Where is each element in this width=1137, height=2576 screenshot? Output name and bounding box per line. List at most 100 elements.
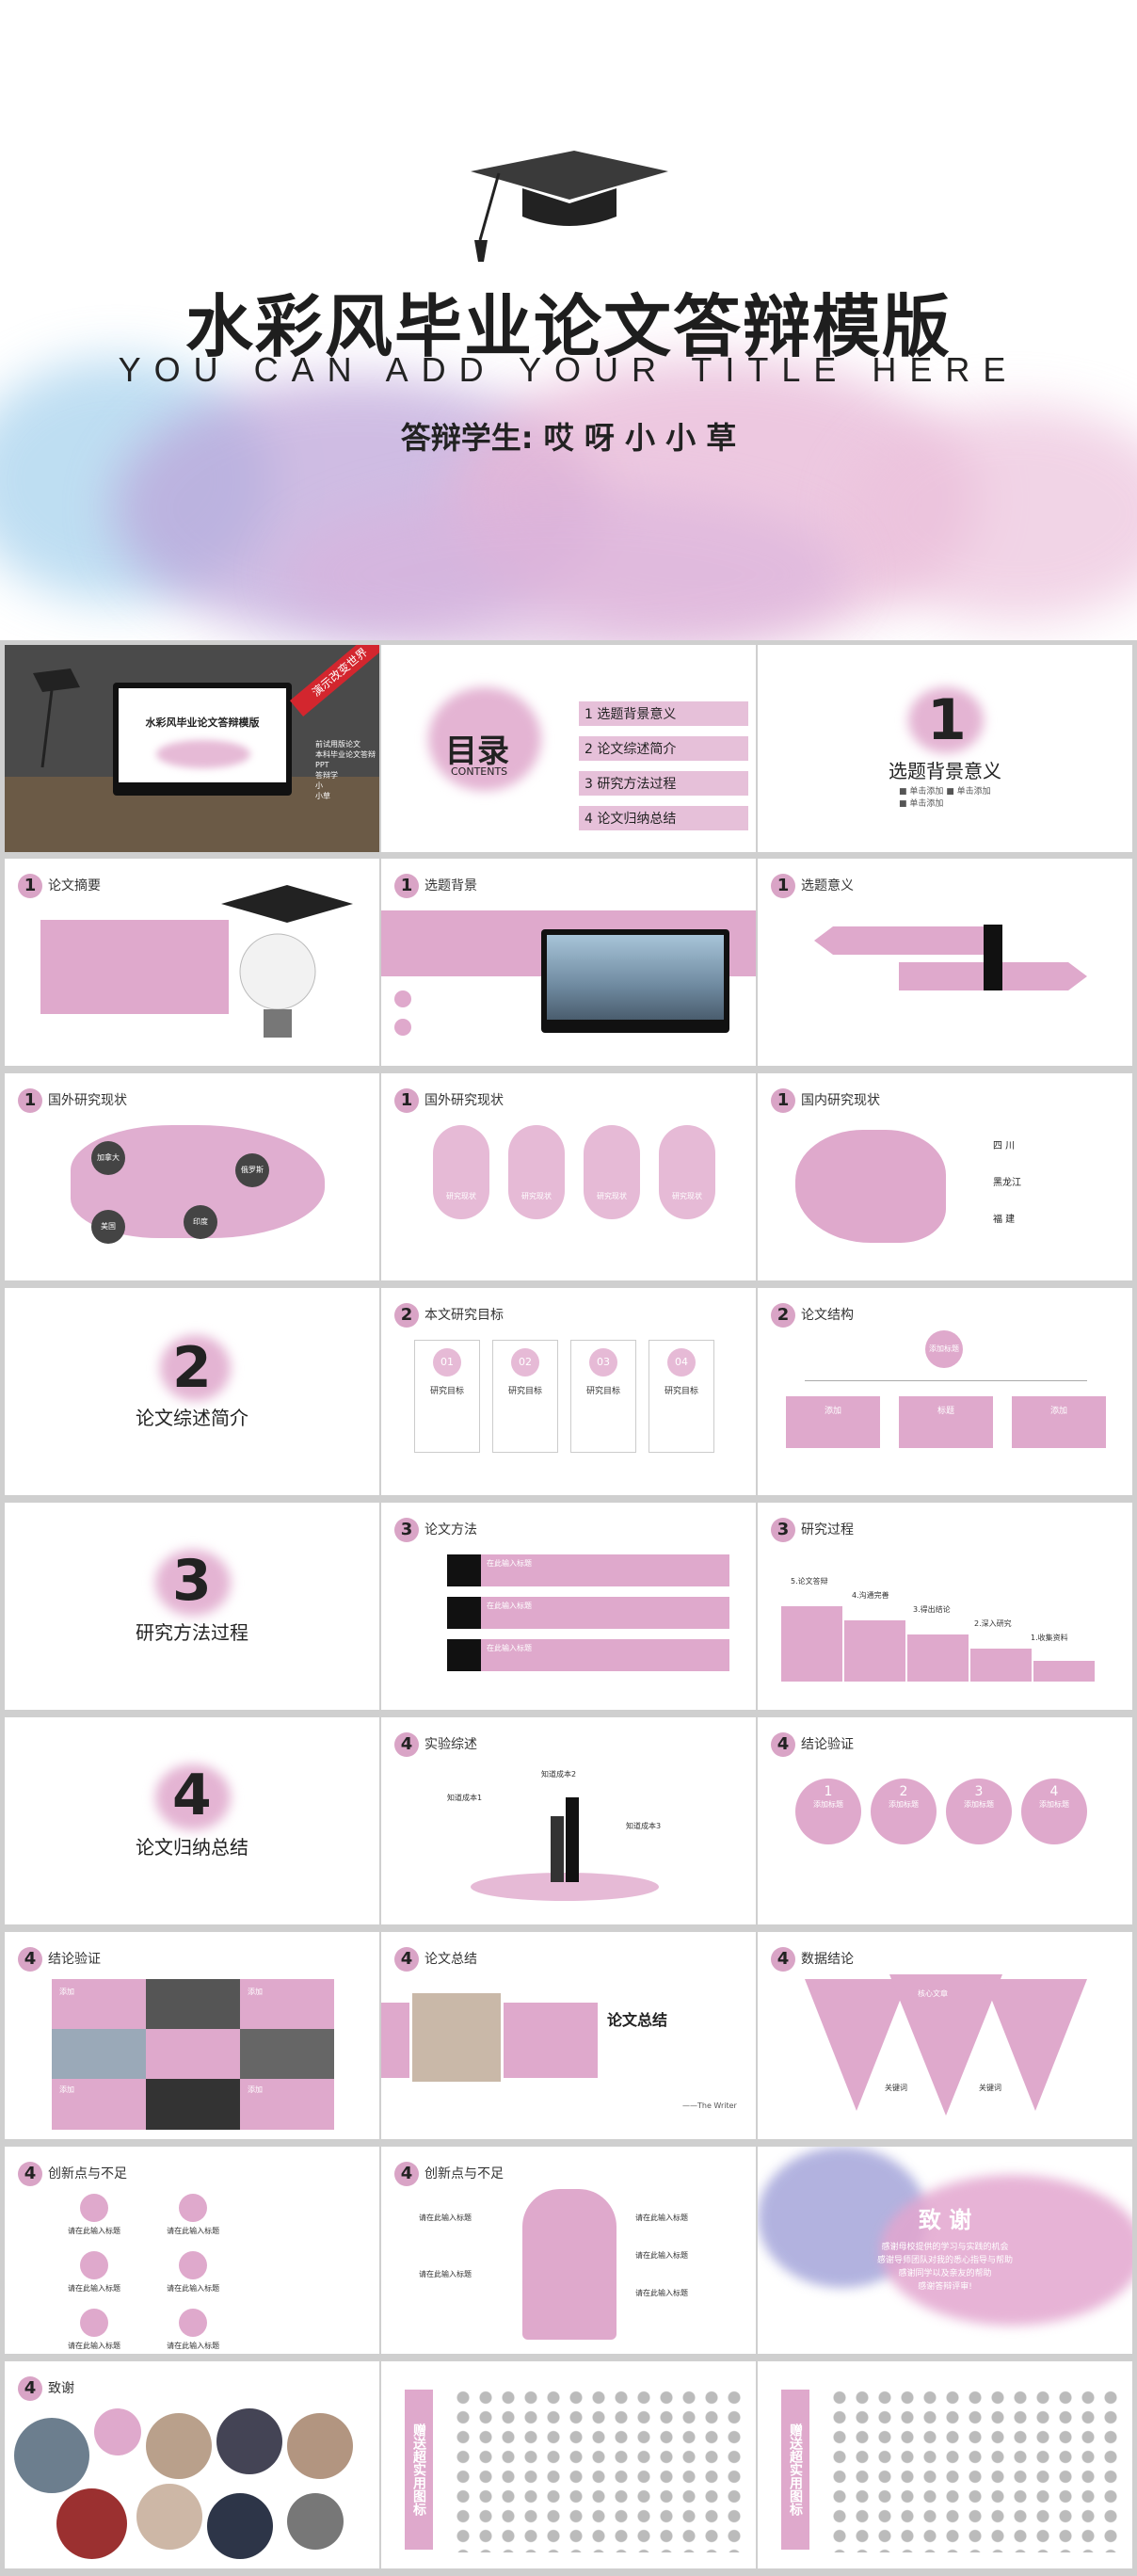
slide-meaning[interactable]: 1 选题意义 xyxy=(758,859,1132,1066)
toc-item[interactable]: 3 研究方法过程 xyxy=(579,771,748,796)
thanks-line: 感谢答辩评审! xyxy=(918,2282,972,2292)
pill-label: 研究现状 xyxy=(446,1192,476,1200)
map-label: 美国 xyxy=(91,1210,125,1244)
slide-method[interactable]: 3 论文方法 在此输入标题 在此输入标题 在此输入标题 xyxy=(381,1503,756,1710)
slide-domestic[interactable]: 1 国内研究现状 四 川 黑龙江 福 建 xyxy=(758,1073,1132,1280)
pill: 研究现状 xyxy=(508,1125,565,1219)
map-label: 印度 xyxy=(184,1205,217,1239)
slide-innovation-tree[interactable]: 4 创新点与不足 请在此输入标题 请在此输入标题 请在此输入标题 请在此输入标题… xyxy=(381,2147,756,2354)
circle-num: 4 xyxy=(1049,1784,1059,1799)
slide-title: 研究过程 xyxy=(801,1522,854,1538)
arrow-bar xyxy=(551,1816,564,1882)
slide-abstract[interactable]: 1 论文摘要 xyxy=(5,859,379,1066)
photo-circle xyxy=(287,2413,353,2479)
photo-label: 添加 xyxy=(59,1988,74,1996)
slide-verify-photos[interactable]: 4 结论验证 添加 添加 添加 添加 xyxy=(5,1932,379,2139)
china-map xyxy=(795,1130,946,1243)
slide-experiment[interactable]: 4 实验综述 知道成本1 知道成本2 知道成本3 xyxy=(381,1717,756,1924)
goal-head: 研究目标 xyxy=(585,1387,620,1396)
bullet: ■ 单击添加 xyxy=(946,787,991,797)
thanks-line: 感谢导师团队对我的悉心指导与帮助 xyxy=(876,2256,1013,2265)
slide-summary[interactable]: 4 论文总结 论文总结 ——The Writer xyxy=(381,1932,756,2139)
badge-number: 3 xyxy=(771,1518,795,1542)
region: 黑龙江 xyxy=(993,1178,1021,1188)
platform xyxy=(471,1873,659,1901)
section-number: 4 xyxy=(172,1763,212,1828)
slide-section-2[interactable]: 2 论文综述简介 xyxy=(5,1288,379,1495)
goal-head: 研究目标 xyxy=(664,1387,698,1396)
slide-title: 论文方法 xyxy=(424,1522,477,1538)
slide-thanks[interactable]: 致 谢 感谢母校提供的学习与实践的机会 感谢导师团队对我的悉心指导与帮助 感谢同… xyxy=(758,2147,1132,2354)
slide-title: 致谢 xyxy=(48,2381,74,2396)
pill: 研究现状 xyxy=(433,1125,489,1219)
arrow-bar xyxy=(566,1797,579,1882)
photo xyxy=(52,2029,146,2079)
toc-item[interactable]: 2 论文综述简介 xyxy=(579,736,748,761)
note-5: 小草 xyxy=(315,792,330,800)
badge-number: 4 xyxy=(18,2376,42,2401)
badge-number: 1 xyxy=(18,1088,42,1113)
section-number: 3 xyxy=(172,1548,212,1614)
badge-number: 4 xyxy=(394,2162,419,2186)
ribbon: 演示改变世界 xyxy=(289,645,379,716)
slide-title: 选题背景 xyxy=(424,878,477,894)
note-3: 答辩学 xyxy=(315,771,338,780)
slide-verify-circles[interactable]: 4 结论验证 1 添加标题 2 添加标题 3 添加标题 4 添加标题 xyxy=(758,1717,1132,1924)
experiment-label: 知道成本1 xyxy=(447,1794,483,1802)
bullet-icon xyxy=(394,990,411,1007)
summary-heading: 论文总结 xyxy=(607,2011,668,2029)
slide-process[interactable]: 3 研究过程 5.论文答辩 4.沟通完善 3.得出结论 2.深入研究 1.收集资… xyxy=(758,1503,1132,1710)
badge-number: 4 xyxy=(18,2162,42,2186)
badge-number: 4 xyxy=(394,1732,419,1757)
photo xyxy=(146,2079,240,2130)
toc-item[interactable]: 1 选题背景意义 xyxy=(579,701,748,726)
slide-icons-1[interactable]: 赠送超实用图标 xyxy=(381,2361,756,2568)
slide-foreign-pills[interactable]: 1 国外研究现状 研究现状 研究现状 研究现状 研究现状 xyxy=(381,1073,756,1280)
slide-foreign-map[interactable]: 1 国外研究现状 加拿大 俄罗斯 美国 印度 xyxy=(5,1073,379,1280)
badge-number: 4 xyxy=(771,1732,795,1757)
step-block xyxy=(781,1606,842,1682)
toc-item[interactable]: 4 论文归纳总结 xyxy=(579,806,748,830)
structure-root: 添加标题 xyxy=(925,1330,963,1368)
circle-label: 添加标题 xyxy=(1039,1800,1069,1809)
goal-card: 01 研究目标 xyxy=(414,1340,480,1453)
thanks-line: 感谢母校提供的学习与实践的机会 xyxy=(881,2243,1009,2252)
section-title: 选题背景意义 xyxy=(889,760,1001,782)
cover-slide[interactable]: 水彩风毕业论文答辩模版 YOU CAN ADD YOUR TITLE HERE … xyxy=(0,0,1137,640)
badge-number: 1 xyxy=(771,874,795,898)
slide-title: 实验综述 xyxy=(424,1737,477,1752)
photo xyxy=(146,1979,240,2029)
slide-background[interactable]: 1 选题背景 xyxy=(381,859,756,1066)
slide-thanks-photos[interactable]: 4 致谢 xyxy=(5,2361,379,2568)
bullet-icon xyxy=(394,1019,411,1036)
slide-title: 国外研究现状 xyxy=(424,1093,504,1108)
slide-icons-2[interactable]: 赠送超实用图标 xyxy=(758,2361,1132,2568)
step-label: 4.沟通完善 xyxy=(852,1591,889,1600)
cover-student: 答辩学生: 哎 呀 小 小 草 xyxy=(400,420,737,456)
goal-number: 02 xyxy=(511,1348,539,1377)
icons-label: 赠送超实用图标 xyxy=(405,2390,433,2550)
slide-goals[interactable]: 2 本文研究目标 01 研究目标 02 研究目标 03 研究目标 04 研究目标 xyxy=(381,1288,756,1495)
slide-section-1[interactable]: 1 选题背景意义 ■ 单击添加 ■ 单击添加 ■ 单击添加 xyxy=(758,645,1132,852)
toc-title: 目录 xyxy=(445,733,509,770)
laptop xyxy=(541,929,729,1033)
slide-structure[interactable]: 2 论文结构 添加标题 添加 标题 添加 xyxy=(758,1288,1132,1495)
step-label: 1.收集资料 xyxy=(1031,1634,1068,1642)
map-label: 加拿大 xyxy=(91,1141,125,1175)
slide-section-4[interactable]: 4 论文归纳总结 xyxy=(5,1717,379,1924)
slide-title: 论文结构 xyxy=(801,1308,854,1323)
badge-number: 3 xyxy=(394,1518,419,1542)
goal-number: 03 xyxy=(589,1348,617,1377)
badge-number: 4 xyxy=(18,1947,42,1972)
region: 福 建 xyxy=(993,1215,1016,1225)
summary-signature: ——The Writer xyxy=(682,2101,737,2110)
slide-toc[interactable]: 目录 CONTENTS 1 选题背景意义 2 论文综述简介 3 研究方法过程 4… xyxy=(381,645,756,852)
monitor-wash xyxy=(156,740,250,768)
slide-desk-preview[interactable]: 水彩风毕业论文答辩模版 演示改变世界 前试用版论文 本科毕业论文答辩PPT 答辩学小… xyxy=(5,645,379,852)
pill-label: 研究现状 xyxy=(521,1192,552,1200)
slide-section-3[interactable]: 3 研究方法过程 xyxy=(5,1503,379,1710)
thanks-lines: 感谢母校提供的学习与实践的机会 感谢导师团队对我的悉心指导与帮助 感谢同学以及亲… xyxy=(758,2241,1132,2294)
slide-innovation-grid[interactable]: 4 创新点与不足 请在此输入标题 请在此输入标题 请在此输入标题 请在此输入标题… xyxy=(5,2147,379,2354)
slide-data-conclusion[interactable]: 4 数据结论 核心文章 关键词 关键词 xyxy=(758,1932,1132,2139)
photo-label: 添加 xyxy=(59,2085,74,2094)
